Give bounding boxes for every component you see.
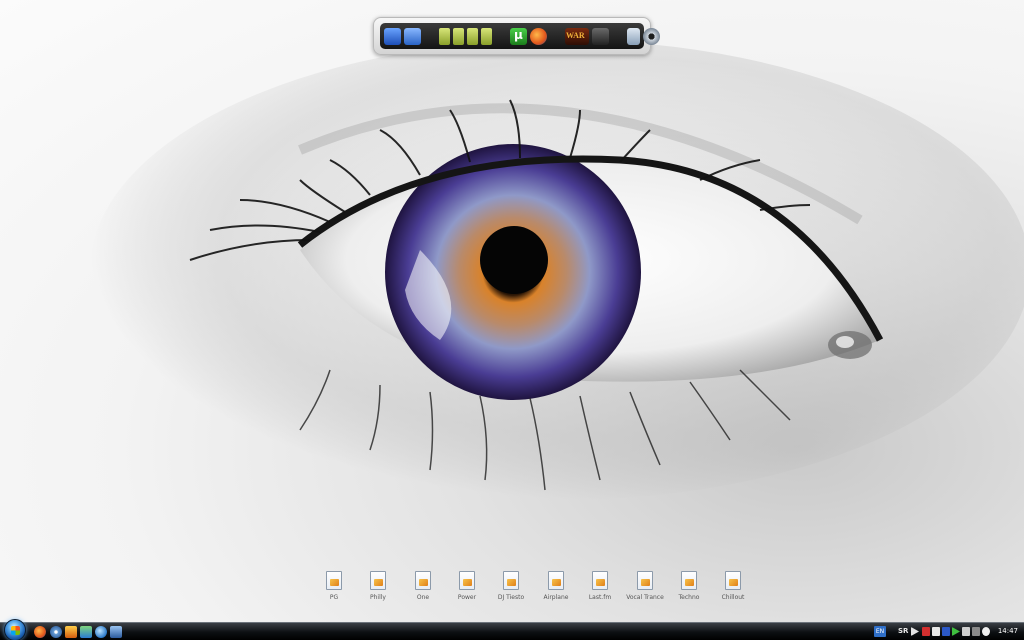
desktop-icon-row: PG Philly One Power DJ Tiesto Airplane L… (0, 571, 1024, 611)
desktop-icon[interactable]: Philly (356, 571, 400, 601)
firefox-icon[interactable] (530, 27, 547, 45)
media-icon[interactable] (952, 627, 960, 636)
firefox-icon[interactable] (34, 626, 46, 638)
desktop-icon[interactable]: Chillout (711, 571, 755, 601)
playlist-file-icon (592, 571, 608, 590)
playlist-file-icon (370, 571, 386, 590)
desktop-icon[interactable]: Power (445, 571, 489, 601)
system-tray: EN SR 14:47 (874, 623, 1024, 640)
messenger-icon[interactable] (80, 626, 92, 638)
playlist-file-icon (326, 571, 342, 590)
tray-app-icon[interactable] (942, 627, 950, 636)
desktop-icon-label: Vocal Trance (626, 594, 664, 601)
desktop-icon[interactable]: Vocal Trance (623, 571, 667, 601)
top-dock (373, 17, 660, 55)
desktop-icon-label: Last.fm (588, 594, 612, 601)
desktop-icon-label: DJ Tiesto (497, 594, 525, 601)
desktop-icon[interactable]: Airplane (534, 571, 578, 601)
game-shield-icon[interactable] (592, 27, 609, 45)
antivirus-icon[interactable] (922, 627, 930, 636)
playlist-file-icon (681, 571, 697, 590)
desktop-icon-label: PG (329, 594, 339, 601)
desktop-icon[interactable]: Last.fm (578, 571, 622, 601)
info-icon[interactable] (982, 627, 990, 636)
region-indicator[interactable]: SR (898, 627, 908, 635)
desktop-icon-label: Techno (678, 594, 700, 601)
computer-icon[interactable] (384, 27, 401, 45)
eye-artwork (90, 40, 1024, 500)
flash-icon[interactable] (65, 626, 77, 638)
start-button[interactable] (4, 619, 26, 640)
folder-icon[interactable] (453, 27, 464, 45)
desktop-icon-label: Airplane (543, 594, 569, 601)
recycle-bin-icon[interactable] (627, 27, 640, 45)
utorrent-icon[interactable] (510, 27, 527, 45)
dock-shelf (380, 23, 660, 49)
warhammer-online-icon[interactable] (565, 27, 589, 45)
folder-icon[interactable] (467, 27, 478, 45)
taskbar: EN SR 14:47 (0, 619, 1024, 640)
tray-app-icon[interactable] (932, 627, 940, 636)
play-icon[interactable] (911, 627, 919, 636)
volume-icon[interactable] (962, 627, 970, 636)
playlist-file-icon (415, 571, 431, 590)
desktop-icon-label: Philly (370, 594, 386, 601)
playlist-file-icon (725, 571, 741, 590)
desktop-icon-label: Chillout (721, 594, 745, 601)
desktop-wallpaper (0, 0, 1024, 622)
playlist-file-icon (548, 571, 564, 590)
network-status-icon[interactable] (972, 627, 980, 636)
language-indicator[interactable]: EN (874, 626, 886, 637)
desktop-icon[interactable]: DJ Tiesto (489, 571, 533, 601)
show-desktop-icon[interactable] (110, 626, 122, 638)
playlist-file-icon (637, 571, 653, 590)
network-icon[interactable] (404, 27, 421, 45)
clock[interactable]: 14:47 (998, 627, 1018, 635)
desktop-icon[interactable]: PG (312, 571, 356, 601)
media-player-icon[interactable] (50, 626, 62, 638)
gear-icon[interactable] (643, 27, 660, 45)
folder-icon[interactable] (481, 27, 492, 45)
globe-icon[interactable] (95, 626, 107, 638)
desktop-icon[interactable]: One (401, 571, 445, 601)
desktop-icon[interactable]: Techno (667, 571, 711, 601)
desktop-icon-label: Power (457, 594, 477, 601)
folder-icon[interactable] (439, 27, 450, 45)
desktop-icon-label: One (416, 594, 430, 601)
playlist-file-icon (459, 571, 475, 590)
playlist-file-icon (503, 571, 519, 590)
